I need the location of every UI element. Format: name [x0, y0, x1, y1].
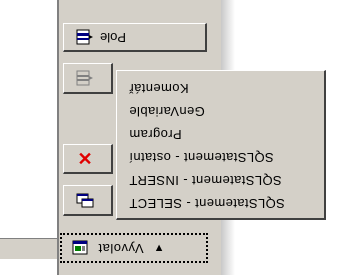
field-icon: [76, 29, 94, 45]
menu-item-komentar[interactable]: Komentář: [117, 77, 324, 100]
pole-button[interactable]: Pole: [63, 23, 207, 52]
menu-item-sql-ostatni[interactable]: SQLStatement - ostatní: [117, 146, 324, 169]
vyvolat-label: Vyvolat: [98, 240, 144, 256]
text-field[interactable]: [0, 238, 57, 260]
delete-x-icon: ✕: [77, 148, 93, 169]
menu-item-genvariable[interactable]: GenVariable: [117, 100, 324, 123]
menu-item-sql-insert[interactable]: SQLStatement - INSERT: [117, 169, 324, 192]
window-button[interactable]: [63, 185, 113, 216]
menu-item-sql-select[interactable]: SQLStatement - SELECT: [117, 192, 324, 215]
invoke-icon: [72, 240, 90, 256]
window-icon: [76, 192, 94, 208]
menu-arrow-up-icon: ▲: [153, 242, 165, 254]
field-disabled-icon: [76, 70, 94, 86]
vyvolat-button[interactable]: Vyvolat ▲: [60, 233, 208, 263]
field-disabled-button[interactable]: [63, 63, 113, 94]
delete-button[interactable]: ✕: [63, 144, 113, 174]
menu-item-program[interactable]: Program: [117, 123, 324, 146]
pole-label: Pole: [100, 29, 127, 45]
vyvolat-popup-menu: Komentář GenVariable Program SQLStatemen…: [116, 70, 326, 220]
flipped-toolbar-screen: Pole ✕ Vyvolat ▲ Komentář GenVariable Pr…: [0, 0, 349, 275]
